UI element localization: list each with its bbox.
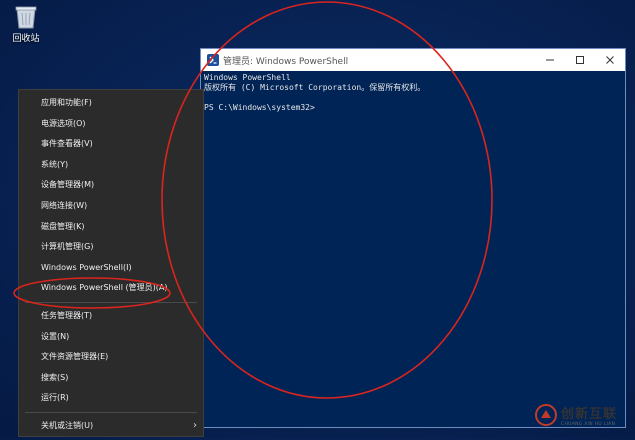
recycle-bin-icon[interactable]: 回收站	[6, 4, 46, 44]
menu-item-settings[interactable]: 设置(N)	[19, 327, 203, 348]
menu-item-device-manager[interactable]: 设备管理器(M)	[19, 175, 203, 196]
chevron-right-icon: ›	[193, 419, 197, 431]
trash-icon	[15, 6, 37, 29]
powershell-window[interactable]: 管理员: Windows PowerShell Windows PowerShe…	[200, 48, 626, 428]
menu-item-computer-management[interactable]: 计算机管理(G)	[19, 237, 203, 258]
menu-item-windows-powershell[interactable]: Windows PowerShell(I)	[19, 258, 203, 279]
minimize-icon	[546, 59, 554, 61]
close-icon	[606, 56, 614, 64]
brand-logo-icon	[535, 404, 557, 426]
watermark-logo: 创新互联 CHUANG XIN HU LIAN	[535, 393, 635, 437]
menu-group-2: 任务管理器(T) 设置(N) 文件资源管理器(E) 搜索(S) 运行(R)	[19, 303, 203, 412]
console-line: 版权所有 (C) Microsoft Corporation。保留所有权利。	[204, 83, 426, 92]
menu-item-search[interactable]: 搜索(S)	[19, 368, 203, 389]
menu-item-run[interactable]: 运行(R)	[19, 388, 203, 409]
console-prompt: PS C:\Windows\system32>	[204, 103, 315, 112]
winx-context-menu: 应用和功能(F) 电源选项(O) 事件查看器(V) 系统(Y) 设备管理器(M)…	[18, 89, 204, 437]
close-button[interactable]	[595, 49, 625, 71]
menu-item-file-explorer[interactable]: 文件资源管理器(E)	[19, 347, 203, 368]
maximize-button[interactable]	[565, 49, 595, 71]
powershell-icon	[207, 54, 219, 66]
console-output[interactable]: Windows PowerShell 版权所有 (C) Microsoft Cor…	[201, 71, 625, 115]
recycle-bin-label: 回收站	[12, 34, 40, 44]
menu-item-shutdown-signout[interactable]: 关机或注销(U) ›	[19, 416, 203, 437]
menu-item-system[interactable]: 系统(Y)	[19, 155, 203, 176]
menu-item-event-viewer[interactable]: 事件查看器(V)	[19, 134, 203, 155]
menu-item-windows-powershell-admin[interactable]: Windows PowerShell (管理员)(A)	[19, 278, 203, 299]
watermark-cn: 创新互联	[561, 407, 618, 422]
maximize-icon	[576, 56, 584, 64]
console-line: Windows PowerShell	[204, 73, 291, 82]
menu-item-apps-features[interactable]: 应用和功能(F)	[19, 93, 203, 114]
watermark-en: CHUANG XIN HU LIAN	[561, 422, 616, 427]
minimize-button[interactable]	[535, 49, 565, 71]
menu-item-disk-management[interactable]: 磁盘管理(K)	[19, 217, 203, 238]
menu-item-task-manager[interactable]: 任务管理器(T)	[19, 306, 203, 327]
menu-item-network-connections[interactable]: 网络连接(W)	[19, 196, 203, 217]
window-titlebar[interactable]: 管理员: Windows PowerShell	[201, 49, 625, 71]
menu-group-3: 关机或注销(U) ›	[19, 413, 203, 440]
menu-item-power-options[interactable]: 电源选项(O)	[19, 114, 203, 135]
menu-group-1: 应用和功能(F) 电源选项(O) 事件查看器(V) 系统(Y) 设备管理器(M)…	[19, 90, 203, 302]
menu-item-label: 关机或注销(U)	[41, 420, 94, 430]
window-title: 管理员: Windows PowerShell	[223, 56, 349, 67]
